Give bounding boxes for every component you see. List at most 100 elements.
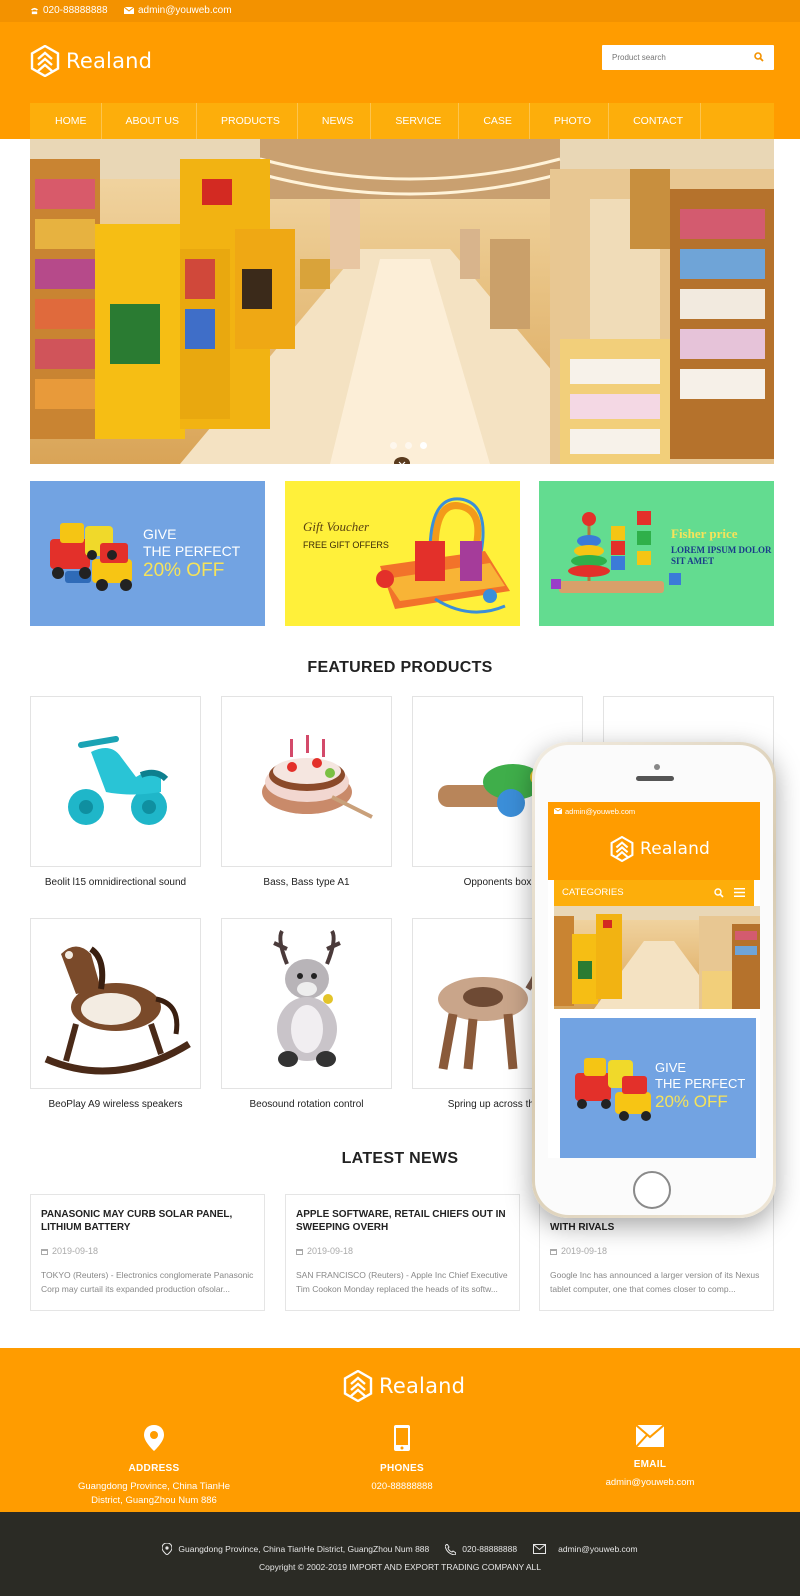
nav-about-us[interactable]: ABOUT US: [102, 103, 197, 139]
toy-store-illustration: [30, 139, 774, 464]
product-caption[interactable]: Beolit l15 omnidirectional sound: [30, 877, 201, 888]
topbar-phone-text: 020-88888888: [43, 5, 108, 16]
search-icon[interactable]: [714, 888, 724, 898]
nav-products[interactable]: PRODUCTS: [197, 103, 298, 139]
phone-speaker: [636, 776, 674, 781]
phone-icon: [30, 7, 39, 14]
search-icon[interactable]: [754, 52, 764, 62]
footer-bottom-address: Guangdong Province, China TianHe Distric…: [178, 1544, 430, 1554]
footer-logo-text: Realand: [379, 1374, 466, 1398]
nav-home[interactable]: HOME: [30, 103, 102, 139]
hero-banner-toy-store[interactable]: [30, 139, 774, 464]
location-pin-icon: [144, 1425, 164, 1451]
rocking-horse-image: [44, 946, 191, 1075]
featured-products-title: FEATURED PRODUCTS: [307, 659, 493, 676]
news-title[interactable]: PANASONIC MAY CURB SOLAR PANEL, LITHIUM …: [41, 1208, 254, 1234]
toy-store-illustration: [554, 906, 760, 1009]
news-excerpt: TOKYO (Reuters) - Electronics conglomera…: [41, 1270, 254, 1294]
mobile-promo-tile[interactable]: GIVE THE PERFECT 20% OFF: [560, 1018, 756, 1158]
search-input[interactable]: [602, 45, 747, 70]
site-logo[interactable]: Realand: [30, 45, 152, 77]
product-card-cake-toy[interactable]: [221, 696, 392, 867]
mobile-screen: admin@youweb.com Realand CATEGORIES GIVE…: [548, 802, 760, 1158]
menu-hamburger-icon[interactable]: [734, 888, 745, 897]
news-date: 2019-09-18: [41, 1246, 254, 1256]
logo-icon: [610, 836, 634, 862]
nav-service[interactable]: SERVICE: [371, 103, 460, 139]
topbar-email-text: admin@youweb.com: [138, 5, 232, 16]
product-caption[interactable]: BeoPlay A9 wireless speakers: [30, 1099, 201, 1110]
footer-bottom-email[interactable]: admin@youweb.com: [558, 1544, 638, 1554]
nav-case[interactable]: CASE: [459, 103, 530, 139]
topbar-phone: 020-88888888: [30, 5, 108, 16]
footer-phones-block: PHONES 020-88888888: [292, 1425, 512, 1494]
promo-1-line2: THE PERFECT: [143, 543, 241, 559]
phone-body: admin@youweb.com Realand CATEGORIES GIVE…: [535, 745, 773, 1215]
race-track-toy-image: [376, 497, 510, 614]
mobile-category-bar[interactable]: CATEGORIES: [554, 880, 754, 906]
footer-copyright: Copyright © 2002-2019 IMPORT AND EXPORT …: [259, 1562, 541, 1572]
scroll-down-icon[interactable]: [394, 457, 410, 464]
footer-bottom-bar: Guangdong Province, China TianHe Distric…: [0, 1512, 800, 1596]
product-card-balance-bike[interactable]: [30, 696, 201, 867]
mobile-categories-label: CATEGORIES: [562, 887, 624, 898]
footer-contact-line: Guangdong Province, China TianHe Distric…: [0, 1543, 800, 1555]
toy-cake-image: [262, 735, 373, 819]
phone-camera: [654, 764, 660, 770]
mail-icon: [554, 808, 562, 814]
promo-3-line3: SIT AMET: [671, 556, 715, 566]
mobile-promo-text: GIVE THE PERFECT 20% OFF: [655, 1060, 746, 1111]
footer-address-block: ADDRESS Guangdong Province, China TianHe…: [44, 1425, 264, 1508]
product-card-rocking-horse[interactable]: [30, 918, 201, 1089]
promo-1-line3: 20% OFF: [143, 560, 225, 581]
footer-email-value[interactable]: admin@youweb.com: [540, 1476, 760, 1490]
news-date: 2019-09-18: [296, 1246, 509, 1256]
envelope-icon: [635, 1424, 665, 1448]
promo-2-line2: FREE GIFT OFFERS: [303, 540, 389, 550]
top-contact-bar: 020-88888888 admin@youweb.com: [0, 0, 800, 22]
footer-address-value: Guangdong Province, China TianHe Distric…: [77, 1481, 231, 1506]
promo-2-line1: Gift Voucher: [303, 519, 370, 534]
mobile-email: admin@youweb.com: [565, 806, 636, 816]
calendar-icon: [550, 1248, 557, 1255]
product-caption[interactable]: Bass, Bass type A1: [221, 877, 392, 888]
promo-1-line1: GIVE: [143, 526, 177, 542]
footer-bottom-phone: 020-88888888: [462, 1544, 518, 1554]
footer-phones-value: 020-88888888: [371, 1481, 433, 1492]
balance-bike-image: [68, 736, 169, 825]
promo-tile-gift-voucher[interactable]: Gift Voucher FREE GIFT OFFERS: [285, 481, 520, 626]
mail-icon: [533, 1544, 547, 1554]
footer-email-label: EMAIL: [633, 1459, 667, 1470]
nav-photo[interactable]: PHOTO: [530, 103, 610, 139]
mobile-logo[interactable]: Realand: [610, 836, 710, 862]
topbar-email: admin@youweb.com: [124, 5, 232, 16]
product-card-plush-reindeer[interactable]: [221, 918, 392, 1089]
mail-icon: [124, 7, 134, 14]
plush-reindeer-image: [273, 929, 341, 1067]
banner-dot-1[interactable]: [390, 442, 397, 449]
news-title[interactable]: APPLE SOFTWARE, RETAIL CHIEFS OUT IN SWE…: [296, 1208, 509, 1234]
mobile-hero-banner[interactable]: [554, 906, 760, 1009]
promo-tile-discount[interactable]: GIVE THE PERFECT 20% OFF: [30, 481, 265, 626]
promo-tile-fisher-price[interactable]: Fisher price LOREM IPSUM DOLOR SIT AMET: [539, 481, 774, 626]
news-date: 2019-09-18: [550, 1246, 763, 1256]
mobile-preview-mockup: admin@youweb.com Realand CATEGORIES GIVE…: [532, 742, 776, 1218]
product-search-box: [602, 45, 774, 70]
banner-dot-3[interactable]: [420, 442, 427, 449]
news-card[interactable]: PANASONIC MAY CURB SOLAR PANEL, LITHIUM …: [30, 1194, 265, 1311]
footer-phones-label: PHONES: [379, 1463, 425, 1474]
mobile-logo-text: Realand: [640, 839, 711, 859]
site-footer: Realand ADDRESS Guangdong Province, Chin…: [0, 1348, 800, 1512]
calendar-icon: [41, 1248, 48, 1255]
logo-icon: [30, 45, 60, 77]
banner-dot-2[interactable]: [405, 442, 412, 449]
nav-contact[interactable]: CONTACT: [609, 103, 702, 139]
news-excerpt: SAN FRANCISCO (Reuters) - Apple Inc Chie…: [296, 1270, 508, 1294]
footer-email-block: EMAIL admin@youweb.com: [540, 1424, 760, 1490]
footer-logo[interactable]: Realand: [343, 1370, 465, 1402]
product-caption[interactable]: Beosound rotation control: [221, 1099, 392, 1110]
nav-news[interactable]: NEWS: [298, 103, 372, 139]
logo-text: Realand: [66, 49, 153, 73]
phone-handset-icon: [445, 1543, 457, 1555]
news-card[interactable]: APPLE SOFTWARE, RETAIL CHIEFS OUT IN SWE…: [285, 1194, 520, 1311]
